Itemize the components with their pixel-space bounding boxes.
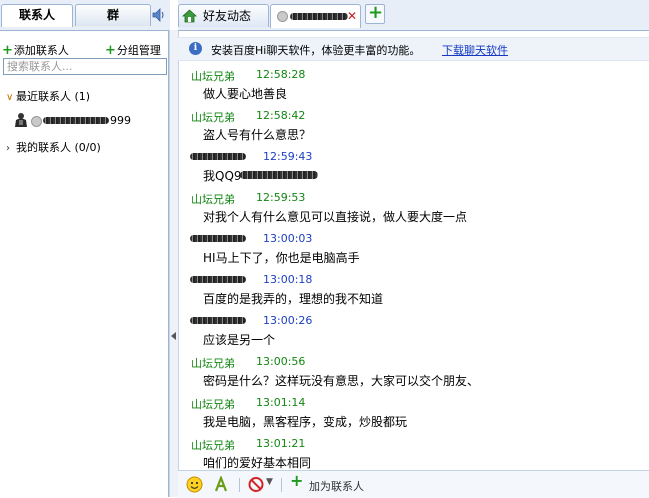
emoji-icon[interactable] (186, 476, 203, 493)
redacted-sender-name (190, 276, 246, 283)
toolbar-divider (281, 478, 282, 492)
message-sender: 山坛兄弟 (191, 193, 235, 206)
info-icon: i (189, 42, 202, 55)
tab-groups[interactable]: 群 (75, 4, 151, 26)
group-my-contacts[interactable]: › 我的联系人 (0/0) (6, 139, 101, 155)
message-body: HI马上下了，你也是电脑高手 (203, 251, 360, 265)
message: 13:00:26 应该是另一个 (178, 308, 649, 348)
chevron-down-icon[interactable]: ▼ (266, 477, 273, 494)
group-label: 我的联系人 (0/0) (16, 141, 101, 154)
tab-label: 好友动态 (203, 9, 252, 23)
font-icon[interactable] (213, 476, 229, 493)
message-sender: 山坛兄弟 (191, 111, 235, 124)
message-sender: 山坛兄弟 (191, 70, 235, 83)
redacted-sender-name (190, 153, 246, 160)
redacted-sender-name (190, 235, 246, 242)
message-time: 13:00:03 (263, 232, 313, 245)
message: 12:59:43 我QQ9 (178, 144, 649, 184)
message-body: 百度的是我弄的，理想的我不知道 (203, 292, 384, 306)
plus-icon: + (368, 2, 384, 23)
add-contact-label: 添加联系人 (13, 44, 69, 57)
message-sender: 山坛兄弟 (191, 398, 235, 411)
message: 山坛兄弟 13:00:56 密码是什么？这样玩没有意思，大家可以交个朋友、 (178, 349, 649, 389)
plus-icon: + (2, 43, 13, 58)
offline-status-icon (31, 116, 42, 127)
contacts-panel: 联系人 群 +添加联系人 +分组管理 ∨最近联系人 (1) 999 ›我的联系人… (0, 0, 170, 497)
message-body: 我QQ9 (203, 169, 242, 183)
add-contact-link[interactable]: +添加联系人 (2, 42, 69, 58)
message: 山坛兄弟 12:58:42 盗人号有什么意思？ (178, 103, 649, 143)
search-contacts-input[interactable] (3, 58, 167, 75)
message-time: 13:01:14 (256, 396, 306, 409)
message-list: 山坛兄弟 12:58:28 做人要心地善良 山坛兄弟 12:58:42 盗人号有… (178, 62, 649, 471)
message-time: 12:59:43 (263, 150, 313, 163)
message-time: 13:00:18 (263, 273, 313, 286)
message-sender: 山坛兄弟 (191, 357, 235, 370)
tab-friend-feed[interactable]: 好友动态 (178, 4, 269, 27)
chevron-down-icon: ∨ (6, 92, 14, 103)
download-chat-software-link[interactable]: 下载聊天软件 (442, 42, 508, 58)
plus-icon: + (105, 43, 116, 58)
message: 山坛兄弟 12:58:28 做人要心地善良 (178, 62, 649, 102)
message: 山坛兄弟 13:01:14 我是电脑，黑客程序，变成，炒股都玩 (178, 390, 649, 430)
new-tab-button[interactable]: + (365, 2, 385, 24)
redacted-contact-name (43, 117, 109, 124)
message-body: 应该是另一个 (203, 333, 276, 347)
notice-bar: i 安装百度Hi聊天软件，体验更丰富的功能。 下载聊天软件 (178, 37, 649, 61)
group-manage-link[interactable]: +分组管理 (105, 42, 161, 58)
tab-chat-contact[interactable]: ✕ (270, 4, 361, 28)
avatar (15, 113, 27, 127)
message: 13:00:18 百度的是我弄的，理想的我不知道 (178, 267, 649, 307)
left-tab-bar: 联系人 群 (0, 0, 170, 31)
redacted-contact-name (290, 13, 348, 20)
close-icon[interactable]: ✕ (347, 5, 357, 27)
group-recent-contacts[interactable]: ∨ 最近联系人 (1) (6, 88, 90, 104)
message-body: 密码是什么？这样玩没有意思，大家可以交个朋友、 (203, 374, 480, 388)
redacted-message-text (240, 171, 318, 179)
chat-toolbar: ▼ + 加为联系人 (178, 470, 649, 498)
message: 13:00:03 HI马上下了，你也是电脑高手 (178, 226, 649, 266)
message-time: 12:58:28 (256, 68, 306, 81)
chevron-right-icon: › (6, 143, 10, 154)
home-icon (182, 9, 197, 23)
contact-name-suffix: 999 (110, 114, 131, 127)
speaker-icon[interactable] (152, 8, 166, 22)
plus-icon[interactable]: + (290, 471, 303, 490)
redacted-sender-name (190, 317, 246, 324)
message-body: 盗人号有什么意思？ (203, 128, 312, 142)
message-time: 12:58:42 (256, 109, 306, 122)
message: 山坛兄弟 12:59:53 对我个人有什么意见可以直接说，做人要大度一点 (178, 185, 649, 225)
add-as-contact-button[interactable]: 加为联系人 (309, 478, 364, 494)
message: 山坛兄弟 13:01:21 咱们的爱好基本相同 (178, 431, 649, 471)
message-body: 做人要心地善良 (203, 87, 288, 101)
collapse-arrow-icon[interactable] (171, 332, 176, 340)
message-body: 咱们的爱好基本相同 (203, 456, 312, 470)
tab-contacts[interactable]: 联系人 (1, 4, 73, 27)
group-label: 最近联系人 (1) (16, 90, 91, 103)
message-sender: 山坛兄弟 (191, 439, 235, 452)
message-time: 13:01:21 (256, 437, 306, 450)
message-time: 12:59:53 (256, 191, 306, 204)
chat-tab-bar: 好友动态 ✕ + (178, 0, 649, 31)
group-manage-label: 分组管理 (116, 44, 161, 57)
message-body: 我是电脑，黑客程序，变成，炒股都玩 (203, 415, 408, 429)
toolbar-divider (239, 478, 240, 492)
message-time: 13:00:56 (256, 355, 306, 368)
block-icon[interactable] (248, 476, 264, 493)
offline-status-icon (277, 11, 288, 22)
message-time: 13:00:26 (263, 314, 313, 327)
message-body: 对我个人有什么意见可以直接说，做人要大度一点 (203, 210, 468, 224)
notice-text: 安装百度Hi聊天软件，体验更丰富的功能。 (211, 44, 421, 57)
